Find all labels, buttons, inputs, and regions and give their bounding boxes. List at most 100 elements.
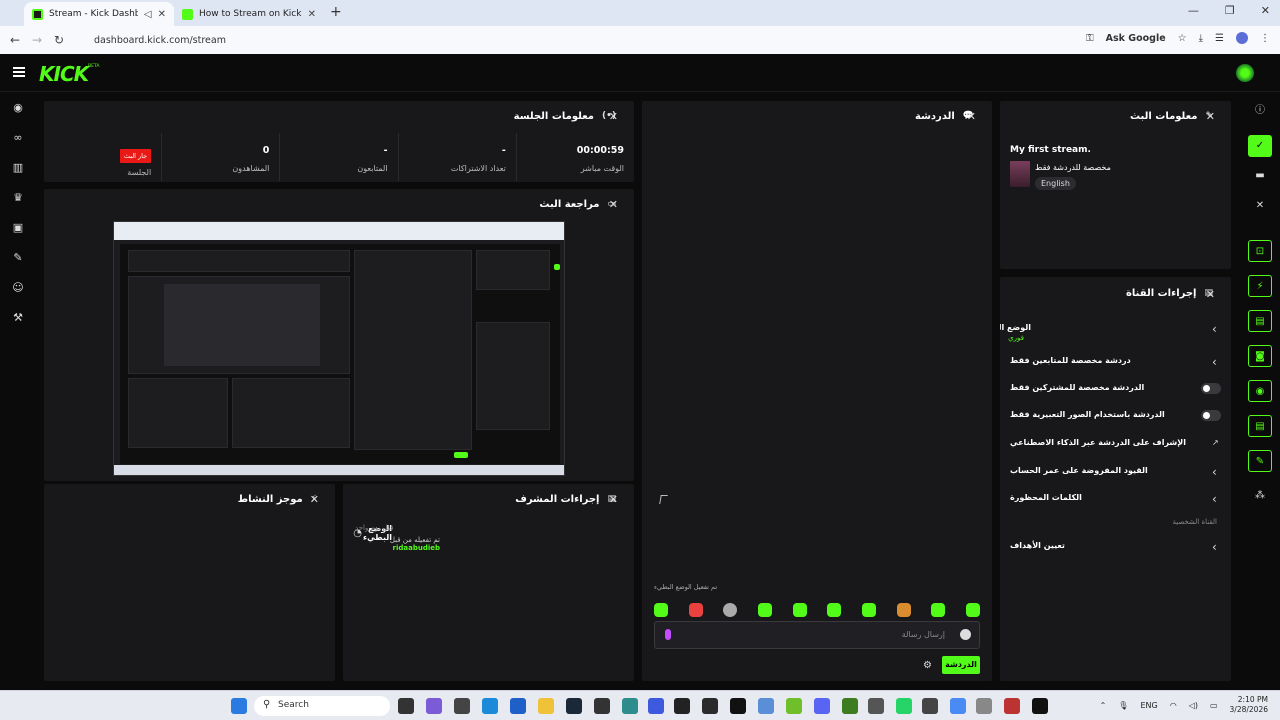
volume-icon[interactable]: ◁) (1189, 701, 1198, 710)
mod-widget-icon[interactable]: ▤ (1248, 310, 1272, 332)
bookmark-star-icon[interactable]: ☆ (1178, 33, 1187, 44)
chat-widget-icon[interactable]: ◙ (1248, 345, 1272, 367)
close-toolbar-icon[interactable]: ✕ (1248, 195, 1272, 217)
app-icon[interactable] (976, 698, 992, 714)
channel-action-followers-only[interactable]: دردشة مخصصة للمتابعين فقط › (1010, 355, 1221, 378)
file-explorer-icon[interactable] (538, 698, 554, 714)
forward-icon[interactable]: → (26, 33, 48, 47)
windows-start-icon[interactable] (231, 698, 247, 714)
channel-action-ai-moderation[interactable]: الإشراف على الدردشة عبر الذكاء الاصطناعي… (1010, 438, 1221, 460)
creator-tools-icon[interactable]: ⚒ (10, 310, 26, 326)
chrome-icon[interactable] (950, 698, 966, 714)
copilot-icon[interactable] (426, 698, 442, 714)
link-icon[interactable]: ∞ (10, 130, 26, 146)
discord-icon[interactable] (814, 698, 830, 714)
chat-send-button[interactable]: الدردشة (942, 656, 980, 674)
stream-info-widget-icon[interactable]: ✎ (1248, 450, 1272, 472)
battery-icon[interactable]: ▭ (1210, 701, 1218, 710)
info-icon[interactable]: ⓘ (1248, 100, 1272, 122)
emote-icon[interactable] (654, 603, 668, 617)
emote-icon[interactable] (861, 603, 876, 617)
minimize-icon[interactable]: — (1188, 4, 1199, 17)
channel-action-set-goals[interactable]: تعيين الأهداف › (1010, 540, 1221, 563)
mod-action-user[interactable]: ridaabudieb (393, 544, 440, 552)
browser-tab-kick-dashboard[interactable]: Stream - Kick Dashboard ◁ ✕ (24, 2, 174, 26)
channel-action-slow-mode[interactable]: الوضع البطيء فوري › (1000, 322, 1221, 345)
steam-icon[interactable] (566, 698, 582, 714)
browser-tab-how-to-stream[interactable]: How to Stream on Kick.com | Ki ✕ (174, 2, 324, 26)
emote-icon[interactable] (723, 603, 738, 617)
profile-avatar-icon[interactable] (1236, 32, 1248, 44)
broadcast-widget-icon[interactable]: ◉ (1248, 380, 1272, 402)
minecraft-icon[interactable] (842, 698, 858, 714)
whatsapp-icon[interactable] (896, 698, 912, 714)
emote-icon[interactable] (827, 603, 842, 617)
task-view-icon[interactable] (398, 698, 414, 714)
language-indicator[interactable]: ENG (1140, 701, 1157, 710)
channel-action-account-age[interactable]: القيود المفروضة على عمر الحساب › (1010, 465, 1221, 488)
more-widgets-icon[interactable]: ⁂ (1248, 485, 1272, 507)
obs-icon[interactable] (594, 698, 610, 714)
subscribers-only-toggle[interactable] (1201, 383, 1221, 394)
chat-input[interactable]: إرسال رسالة (654, 621, 980, 649)
microphone-icon[interactable] (665, 629, 671, 640)
emote-icon[interactable] (931, 603, 946, 617)
kick-logo[interactable]: KICK (39, 62, 89, 86)
app-icon[interactable] (758, 698, 774, 714)
app-icon[interactable] (648, 698, 664, 714)
session-widget-icon[interactable]: ⊡ (1248, 240, 1272, 262)
app-icon[interactable] (622, 698, 638, 714)
epic-games-icon[interactable] (730, 698, 746, 714)
new-tab-icon[interactable]: + (330, 4, 342, 20)
store-icon[interactable] (510, 698, 526, 714)
emote-icon[interactable] (688, 603, 703, 617)
edge-icon[interactable] (482, 698, 498, 714)
channel-action-banned-words[interactable]: الكلمات المحظورة › (1010, 492, 1221, 515)
close-panel-icon[interactable]: ✕ (1206, 110, 1215, 123)
maximize-icon[interactable]: ❐ (1225, 4, 1235, 17)
tab-close-icon[interactable]: ✕ (308, 9, 316, 20)
app-icon[interactable] (702, 698, 718, 714)
download-icon[interactable]: ⤓ (1199, 33, 1203, 44)
close-panel-icon[interactable]: ✕ (609, 110, 618, 123)
tab-audio-icon[interactable]: ◁ (144, 9, 152, 20)
emote-only-toggle[interactable] (1201, 410, 1221, 421)
live-stream-icon[interactable]: ◉ (10, 100, 26, 116)
tab-search-icon[interactable]: ☰ (1215, 33, 1224, 44)
tab-close-icon[interactable]: ✕ (158, 9, 166, 20)
activity-widget-icon[interactable]: ⚡ (1248, 275, 1272, 297)
analytics-icon[interactable]: ▥ (10, 160, 26, 176)
url-input[interactable]: dashboard.kick.com/stream (94, 35, 226, 46)
close-panel-icon[interactable]: ✕ (609, 198, 618, 211)
taskbar-search-input[interactable]: Search (254, 696, 390, 716)
stream-preview-video[interactable] (113, 221, 565, 476)
browser-menu-icon[interactable]: ⋮ (1260, 33, 1270, 44)
close-panel-icon[interactable]: ✕ (609, 493, 618, 506)
tiktok-icon[interactable] (1032, 698, 1048, 714)
trophy-icon[interactable]: ♛ (10, 190, 26, 206)
password-key-icon[interactable]: ⚿ (1086, 33, 1094, 44)
taskbar-clock[interactable]: 2:10 PM 3/28/2026 (1230, 695, 1268, 715)
app-icon[interactable] (868, 698, 884, 714)
back-icon[interactable]: ← (4, 33, 26, 47)
user-avatar[interactable] (1236, 64, 1254, 82)
microphone-tray-icon[interactable]: 🎙 (1118, 701, 1128, 710)
emote-icon[interactable] (757, 603, 772, 617)
emote-icon[interactable] (792, 603, 807, 617)
app-icon[interactable] (1004, 698, 1020, 714)
hamburger-menu-icon[interactable] (13, 67, 25, 77)
chat-settings-gear-icon[interactable]: ⚙ (923, 660, 932, 671)
layout-icon[interactable]: ▬ (1248, 165, 1272, 187)
check-icon[interactable]: ✓ (1248, 135, 1272, 157)
app-icon[interactable] (922, 698, 938, 714)
channel-actions-widget-icon[interactable]: ▤ (1248, 415, 1272, 437)
ask-google-button[interactable]: Ask Google (1106, 33, 1166, 44)
nvidia-icon[interactable] (786, 698, 802, 714)
close-window-icon[interactable]: ✕ (1261, 4, 1270, 17)
app-icon[interactable] (674, 698, 690, 714)
close-panel-icon[interactable]: ✕ (1206, 288, 1215, 301)
reload-icon[interactable]: ↻ (48, 33, 70, 47)
community-icon[interactable]: ☺ (10, 280, 26, 296)
emoji-picker-icon[interactable] (960, 629, 971, 640)
emote-icon[interactable] (965, 603, 980, 617)
